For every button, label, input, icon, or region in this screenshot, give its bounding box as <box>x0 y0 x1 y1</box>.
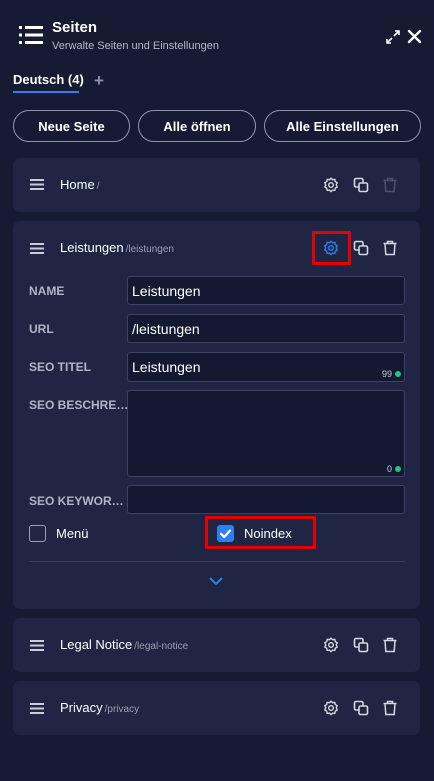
seo-title-input[interactable]: Leistungen 99 <box>127 352 405 382</box>
duplicate-icon[interactable] <box>353 637 369 653</box>
delete-icon[interactable] <box>382 240 398 256</box>
page-name-label: Privacy <box>60 700 103 715</box>
page-title[interactable]: Legal Notice/legal-notice <box>60 637 188 652</box>
panel-title: Seiten <box>52 19 98 36</box>
panel-subtitle: Verwalte Seiten und Einstellungen <box>52 40 219 52</box>
active-tab-indicator <box>13 91 79 93</box>
settings-gear-icon[interactable] <box>323 637 339 653</box>
page-name-label: Home <box>60 177 95 192</box>
duplicate-icon[interactable] <box>353 240 369 256</box>
seo-description-char-count: 0 <box>386 464 392 474</box>
page-slug: /leistungen <box>125 244 174 255</box>
page-card-legal-notice[interactable]: Legal Notice/legal-notice <box>13 618 420 672</box>
name-input[interactable]: Leistungen <box>127 276 405 305</box>
close-icon[interactable] <box>407 29 422 44</box>
page-name-label: Leistungen <box>60 240 124 255</box>
drag-handle-icon[interactable] <box>30 703 44 714</box>
duplicate-icon[interactable] <box>353 700 369 716</box>
status-dot <box>395 466 401 472</box>
page-slug: /legal-notice <box>134 641 189 652</box>
all-settings-button[interactable]: Alle Einstellungen <box>264 110 421 142</box>
tab-deutsch[interactable]: Deutsch (4) <box>13 72 84 87</box>
settings-gear-icon[interactable] <box>323 700 339 716</box>
seo-description-label: SEO BESCHRE… <box>29 398 129 412</box>
page-title[interactable]: Privacy/privacy <box>60 700 139 715</box>
page-card-privacy[interactable]: Privacy/privacy <box>13 681 420 735</box>
new-page-button[interactable]: Neue Seite <box>13 110 130 142</box>
page-slug: /privacy <box>104 704 140 715</box>
page-slug: / <box>96 181 100 192</box>
page-card-home[interactable]: Home / <box>13 158 420 212</box>
open-all-button[interactable]: Alle öffnen <box>138 110 256 142</box>
url-input[interactable]: /leistungen <box>127 314 405 343</box>
seo-description-counter: 0 <box>387 464 401 474</box>
url-label: URL <box>29 322 54 336</box>
list-icon <box>19 26 43 44</box>
settings-gear-icon[interactable] <box>323 177 339 193</box>
divider <box>29 561 405 562</box>
chevron-down-icon[interactable] <box>209 577 223 586</box>
seo-keywords-input[interactable] <box>127 485 405 514</box>
noindex-checkbox-label[interactable]: Noindex <box>244 526 292 541</box>
duplicate-icon[interactable] <box>353 177 369 193</box>
page-title[interactable]: Leistungen/leistungen <box>60 240 174 255</box>
add-language-tab-button[interactable]: + <box>94 71 104 91</box>
settings-gear-icon[interactable] <box>323 240 339 256</box>
expand-icon[interactable] <box>386 30 400 44</box>
seo-keywords-label: SEO KEYWOR… <box>29 494 124 508</box>
seo-title-char-count: 99 <box>381 369 392 379</box>
delete-icon[interactable] <box>382 637 398 653</box>
drag-handle-icon[interactable] <box>30 179 44 190</box>
menu-checkbox-label[interactable]: Menü <box>56 526 89 541</box>
delete-icon[interactable] <box>382 700 398 716</box>
page-card-leistungen[interactable]: Leistungen/leistungen NAME Leistungen UR… <box>13 221 420 609</box>
delete-icon-disabled <box>383 177 397 193</box>
seo-title-label: SEO TITEL <box>29 360 92 374</box>
seo-description-textarea[interactable]: 0 <box>127 390 405 477</box>
checkmark-icon <box>219 529 232 539</box>
menu-checkbox[interactable] <box>29 525 46 542</box>
page-name-label: Legal Notice <box>60 637 133 652</box>
noindex-checkbox[interactable] <box>217 525 234 542</box>
status-dot <box>395 371 401 377</box>
seo-title-value: Leistungen <box>132 359 201 375</box>
drag-handle-icon[interactable] <box>30 640 44 651</box>
page-title[interactable]: Home / <box>60 177 99 192</box>
panel-header: Seiten Verwalte Seiten und Einstellungen <box>0 0 434 62</box>
drag-handle-icon[interactable] <box>30 243 44 254</box>
name-label: NAME <box>29 284 65 298</box>
seo-title-counter: 99 <box>382 369 401 379</box>
